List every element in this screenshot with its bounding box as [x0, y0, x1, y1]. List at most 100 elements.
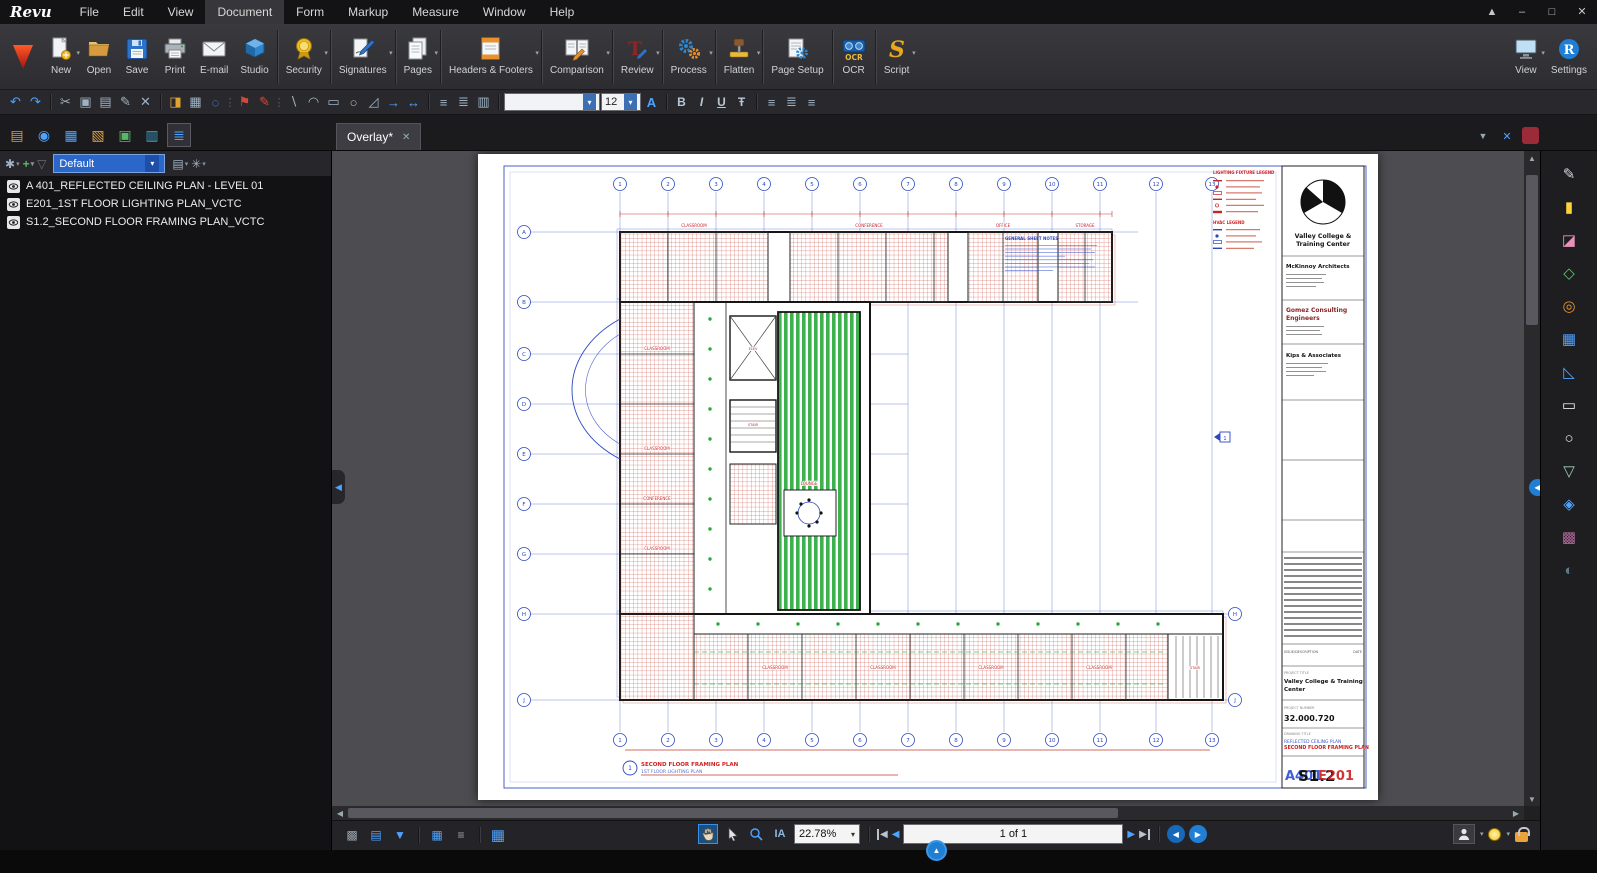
expand-bottom-panel-button[interactable]: ▲	[926, 840, 947, 861]
table-button[interactable]: ▥	[474, 92, 493, 112]
web-tab-icon[interactable]: ◐	[1556, 558, 1582, 582]
tab-list-dropdown-icon[interactable]: ▼	[1475, 128, 1491, 144]
polygon-shape-icon[interactable]: ▽	[1556, 459, 1582, 483]
align-center-button[interactable]: ≣	[782, 92, 801, 112]
dropdown-arrow-icon[interactable]: ▾	[656, 49, 660, 57]
new-layer-button[interactable]: ✱▾	[5, 157, 20, 171]
layer-visible-icon[interactable]	[7, 198, 20, 211]
pen-tool-icon[interactable]: ✎	[1556, 162, 1582, 186]
dropdown-arrow-icon[interactable]: ▾	[389, 49, 393, 57]
layer-row[interactable]: S1.2_SECOND FLOOR FRAMING PLAN_VCTC	[0, 213, 331, 231]
select-text-button[interactable]: IA	[770, 824, 790, 844]
dropdown-arrow-icon[interactable]: ▾	[1480, 830, 1484, 838]
shape-tool-icon[interactable]: ◇	[1556, 261, 1582, 285]
add-layer-button[interactable]: +▾	[23, 157, 35, 171]
previous-page-button[interactable]: ◀	[892, 829, 900, 840]
ocr-button[interactable]: OCR OCR	[835, 27, 873, 87]
highlighter-tool-icon[interactable]: ▮	[1556, 195, 1582, 219]
select-tool-button[interactable]	[722, 824, 742, 844]
settings-button[interactable]: R Settings	[1545, 27, 1593, 87]
drag-handle[interactable]: ⋮	[226, 96, 234, 109]
next-view-button[interactable]: ▶	[1189, 825, 1207, 843]
dropdown-arrow-icon[interactable]: ▾	[851, 830, 855, 839]
dropdown-arrow-icon[interactable]: ▾	[145, 155, 159, 172]
scroll-up-icon[interactable]: ▲	[1524, 151, 1540, 165]
format-paint-button[interactable]: ✎	[116, 92, 135, 112]
filter-layers-button[interactable]: ▽	[37, 157, 46, 171]
document-tab-overlay[interactable]: Overlay* ✕	[336, 123, 421, 150]
pages-button[interactable]: ▾ Pages	[398, 27, 438, 87]
plugin-icon[interactable]: ▩	[1556, 525, 1582, 549]
panel-tab-layers[interactable]: ≣	[167, 123, 191, 147]
dropdown-arrow-icon[interactable]: ▾	[709, 49, 713, 57]
font-family-select[interactable]: ▾	[504, 93, 600, 111]
menu-document[interactable]: Document	[205, 0, 284, 24]
review-button[interactable]: T ▾ Review	[615, 27, 660, 87]
underline-button[interactable]: U	[712, 92, 731, 112]
dropdown-arrow-icon[interactable]: ▾	[624, 94, 637, 110]
delete-button[interactable]: ✕	[136, 92, 155, 112]
zoom-level-select[interactable]: 22.78% ▾	[794, 824, 860, 844]
open-button[interactable]: Open	[80, 27, 118, 87]
first-page-button[interactable]: ◀	[877, 829, 888, 840]
ellipse-tool-button[interactable]: ○	[344, 92, 363, 112]
snapshot-button[interactable]: ◨	[166, 92, 185, 112]
view-button[interactable]: ▾ View	[1507, 27, 1545, 87]
flatten-button[interactable]: ▾ Flatten	[718, 27, 761, 87]
dimension-tool-button[interactable]: ↔	[404, 92, 423, 112]
bluebeam-flame-icon[interactable]	[10, 43, 36, 71]
pan-tool-button[interactable]	[698, 824, 718, 844]
menu-measure[interactable]: Measure	[400, 0, 471, 24]
layer-list-options-button[interactable]: ▤▾	[172, 157, 188, 171]
cut-button[interactable]: ✂	[56, 92, 75, 112]
print-button[interactable]: Print	[156, 27, 194, 87]
dropdown-arrow-icon[interactable]: ▾	[1506, 830, 1510, 838]
lasso-button[interactable]: ◌	[206, 92, 225, 112]
menu-file[interactable]: File	[68, 0, 111, 24]
license-lock-icon[interactable]	[1515, 832, 1528, 842]
comparison-button[interactable]: ▾ Comparison	[544, 27, 610, 87]
scroll-right-icon[interactable]: ▶	[1508, 806, 1524, 820]
tips-bulb-icon[interactable]	[1488, 828, 1501, 841]
arrow-tool-button[interactable]: →	[384, 92, 403, 112]
process-button[interactable]: ▾ Process	[665, 27, 713, 87]
bullet-list-button[interactable]: ≣	[454, 92, 473, 112]
dropdown-arrow-icon[interactable]: ▾	[912, 49, 916, 57]
flag-markup-button[interactable]: ⚑	[235, 92, 254, 112]
profile-button[interactable]	[1453, 824, 1475, 844]
last-page-button[interactable]: ▶	[1139, 829, 1150, 840]
align-left-button[interactable]: ≡	[762, 92, 781, 112]
dropdown-arrow-icon[interactable]: ▾	[583, 94, 596, 110]
disable-grid-icon[interactable]: ▩	[342, 825, 362, 845]
line-tool-button[interactable]: ∖	[284, 92, 303, 112]
panel-tab-file-info[interactable]: ▤	[5, 123, 29, 147]
panel-t ab-bookmarks[interactable]: ▧	[86, 123, 110, 147]
image-button[interactable]: ▦	[186, 92, 205, 112]
tool-chest-icon[interactable]: ◈	[1556, 492, 1582, 516]
layer-row[interactable]: E201_1ST FLOOR LIGHTING PLAN_VCTC	[0, 195, 331, 213]
close-button[interactable]: ✕	[1567, 0, 1597, 24]
split-view-icon[interactable]: ▤	[366, 825, 386, 845]
page-setup-button[interactable]: Page Setup	[765, 27, 829, 87]
new-button[interactable]: ▾ New	[42, 27, 80, 87]
horizontal-scrollbar[interactable]: ◀ ▶	[332, 806, 1524, 820]
align-right-button[interactable]: ≡	[802, 92, 821, 112]
drag-handle[interactable]: ⋮	[275, 96, 283, 109]
undo-button[interactable]: ↶	[6, 92, 25, 112]
close-group-icon[interactable]: ✕	[1499, 128, 1515, 144]
scroll-left-icon[interactable]: ◀	[332, 806, 348, 820]
bold-button[interactable]: B	[672, 92, 691, 112]
security-button[interactable]: ▾ Security	[280, 27, 328, 87]
collapse-ribbon-icon[interactable]: ▲	[1477, 0, 1507, 24]
measure-tool-icon[interactable]: ◺	[1556, 360, 1582, 384]
arc-tool-button[interactable]: ◠	[304, 92, 323, 112]
horizontal-scroll-thumb[interactable]	[348, 808, 1118, 818]
snap-lines-icon[interactable]: ≡	[451, 825, 471, 845]
layer-row[interactable]: A 401_REFLECTED CEILING PLAN - LEVEL 01	[0, 177, 331, 195]
dropdown-arrow-icon[interactable]: ▾	[757, 49, 761, 57]
pdf-page[interactable]: Valley College & Training Center McKinno…	[478, 154, 1378, 800]
panel-tab-pin[interactable]: ◉	[32, 123, 56, 147]
numbered-list-button[interactable]: ≡	[434, 92, 453, 112]
paste-button[interactable]: ▤	[96, 92, 115, 112]
font-size-select[interactable]: 12 ▾	[601, 93, 641, 111]
